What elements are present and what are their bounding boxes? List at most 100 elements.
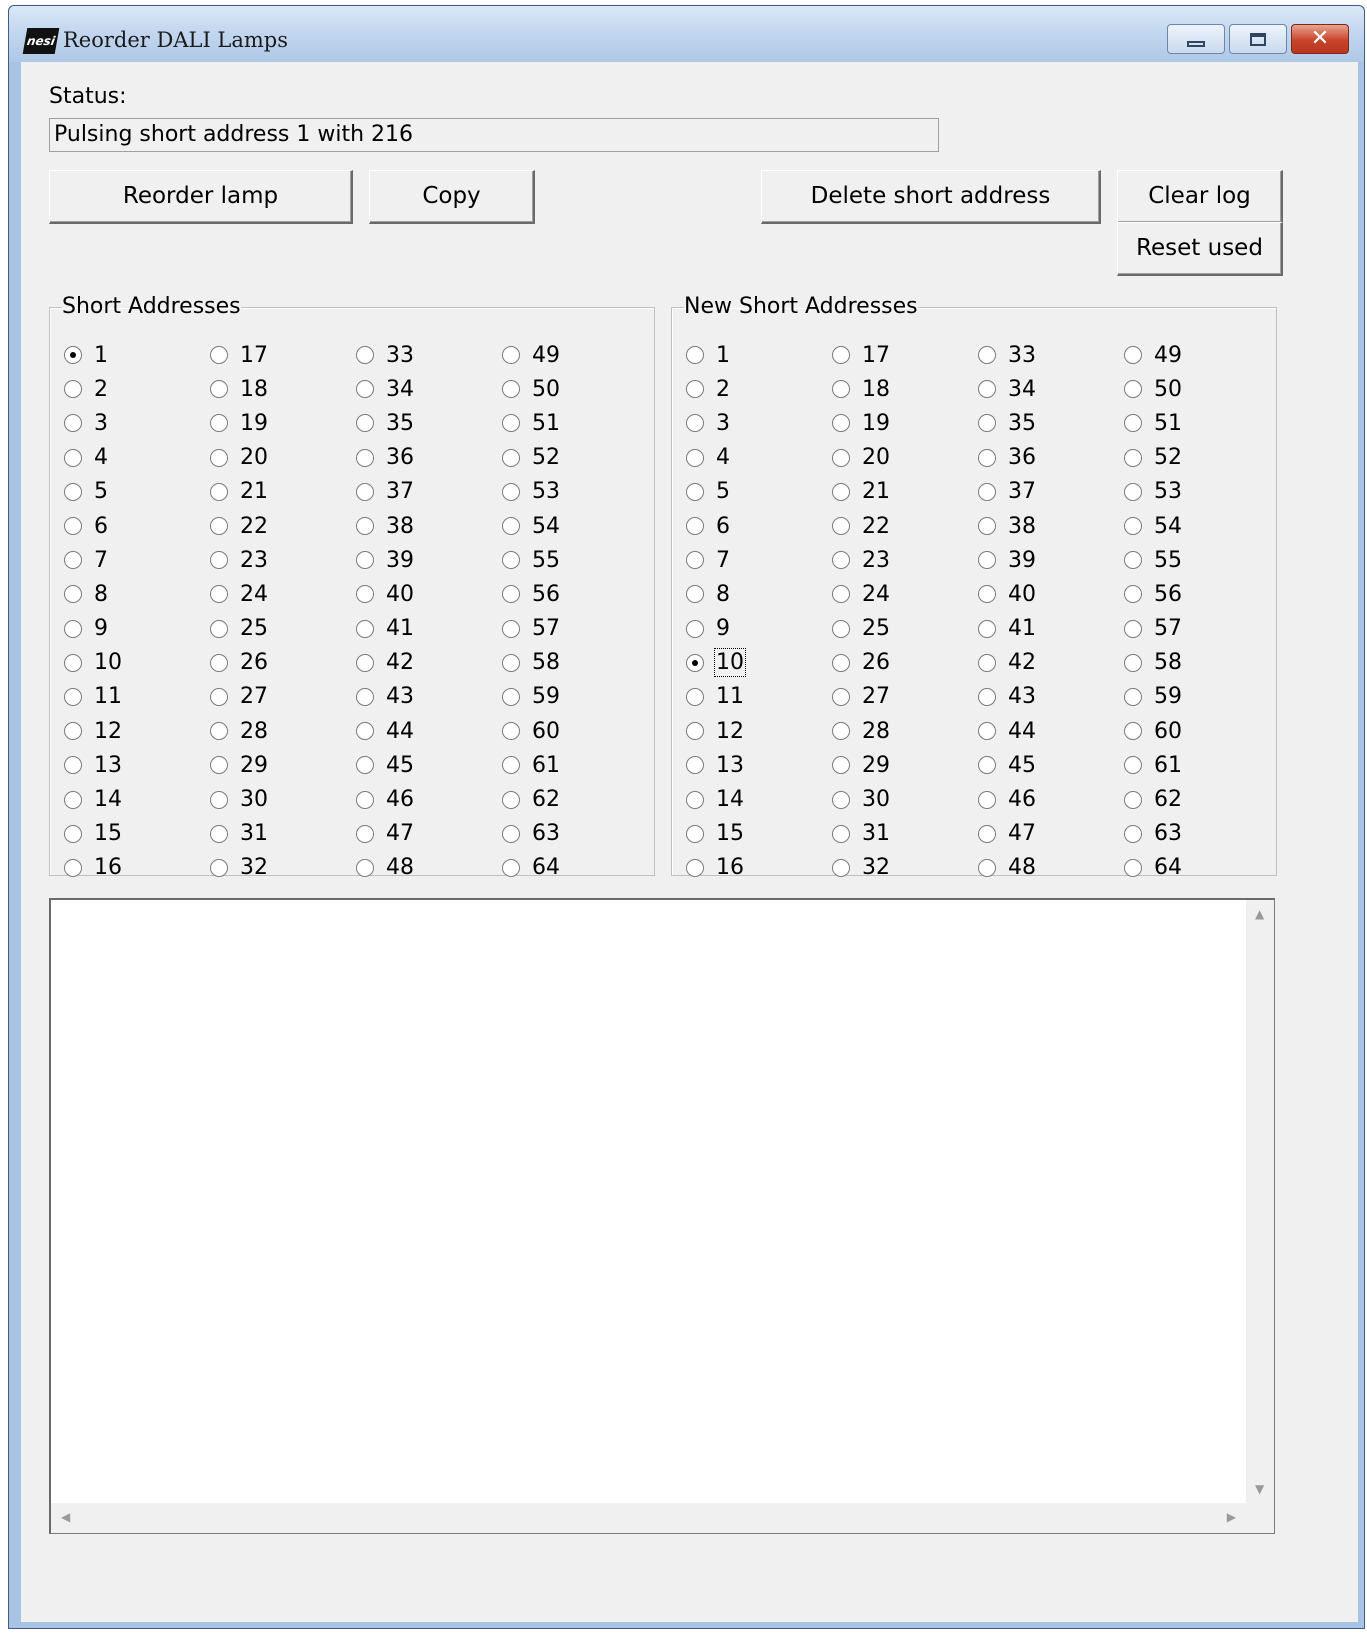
new-address-radio-12[interactable]: 12 (686, 714, 832, 748)
short-address-radio-9[interactable]: 9 (64, 612, 210, 646)
radio-circle-icon[interactable] (686, 346, 704, 365)
radio-circle-icon[interactable] (210, 824, 228, 843)
short-address-radio-3[interactable]: 3 (64, 406, 210, 440)
new-address-radio-10[interactable]: 10 (686, 646, 832, 680)
radio-circle-icon[interactable] (686, 824, 704, 843)
radio-circle-icon[interactable] (686, 858, 704, 877)
radio-circle-icon[interactable] (356, 687, 374, 706)
new-address-radio-21[interactable]: 21 (832, 475, 978, 509)
radio-circle-icon[interactable] (686, 482, 704, 501)
horizontal-scrollbar[interactable]: ◀ ▶ (51, 1503, 1246, 1533)
new-address-radio-49[interactable]: 49 (1124, 338, 1270, 372)
radio-circle-icon[interactable] (502, 414, 520, 433)
new-address-radio-18[interactable]: 18 (832, 372, 978, 406)
short-address-radio-43[interactable]: 43 (356, 680, 502, 714)
short-address-radio-12[interactable]: 12 (64, 714, 210, 748)
radio-circle-icon[interactable] (978, 619, 996, 638)
short-address-radio-36[interactable]: 36 (356, 441, 502, 475)
radio-circle-icon[interactable] (502, 687, 520, 706)
radio-circle-icon[interactable] (1124, 619, 1142, 638)
new-address-radio-19[interactable]: 19 (832, 406, 978, 440)
radio-circle-icon[interactable] (1124, 380, 1142, 399)
new-address-radio-24[interactable]: 24 (832, 577, 978, 611)
radio-circle-icon[interactable] (502, 517, 520, 536)
radio-circle-icon[interactable] (502, 619, 520, 638)
new-address-radio-28[interactable]: 28 (832, 714, 978, 748)
clear-log-button[interactable]: Clear log (1117, 170, 1283, 224)
short-address-radio-40[interactable]: 40 (356, 577, 502, 611)
radio-circle-icon[interactable] (502, 824, 520, 843)
radio-circle-icon[interactable] (1124, 653, 1142, 672)
radio-circle-icon[interactable] (1124, 824, 1142, 843)
radio-circle-icon[interactable] (686, 551, 704, 570)
new-address-radio-30[interactable]: 30 (832, 782, 978, 816)
new-address-radio-59[interactable]: 59 (1124, 680, 1270, 714)
radio-circle-icon[interactable] (502, 380, 520, 399)
short-address-radio-39[interactable]: 39 (356, 543, 502, 577)
new-address-radio-27[interactable]: 27 (832, 680, 978, 714)
radio-circle-icon[interactable] (210, 585, 228, 604)
radio-circle-icon[interactable] (356, 790, 374, 809)
radio-circle-icon[interactable] (210, 517, 228, 536)
short-address-radio-38[interactable]: 38 (356, 509, 502, 543)
radio-circle-icon[interactable] (210, 722, 228, 741)
radio-circle-icon[interactable] (832, 346, 850, 365)
radio-circle-icon[interactable] (210, 346, 228, 365)
radio-circle-icon[interactable] (1124, 585, 1142, 604)
radio-circle-icon[interactable] (978, 790, 996, 809)
new-address-radio-58[interactable]: 58 (1124, 646, 1270, 680)
radio-circle-icon[interactable] (1124, 448, 1142, 467)
radio-circle-icon[interactable] (502, 482, 520, 501)
radio-circle-icon[interactable] (832, 858, 850, 877)
new-address-radio-15[interactable]: 15 (686, 817, 832, 851)
new-address-radio-9[interactable]: 9 (686, 612, 832, 646)
new-address-radio-13[interactable]: 13 (686, 748, 832, 782)
short-address-radio-10[interactable]: 10 (64, 646, 210, 680)
new-address-radio-47[interactable]: 47 (978, 817, 1124, 851)
short-address-radio-2[interactable]: 2 (64, 372, 210, 406)
short-address-radio-1[interactable]: 1 (64, 338, 210, 372)
radio-circle-icon[interactable] (1124, 722, 1142, 741)
radio-circle-icon[interactable] (1124, 790, 1142, 809)
short-address-radio-60[interactable]: 60 (502, 714, 648, 748)
new-address-radio-29[interactable]: 29 (832, 748, 978, 782)
new-address-radio-64[interactable]: 64 (1124, 851, 1270, 885)
short-address-radio-11[interactable]: 11 (64, 680, 210, 714)
radio-circle-icon[interactable] (1124, 482, 1142, 501)
short-address-radio-57[interactable]: 57 (502, 612, 648, 646)
radio-circle-icon[interactable] (832, 722, 850, 741)
radio-circle-icon[interactable] (832, 551, 850, 570)
radio-circle-icon[interactable] (64, 585, 82, 604)
radio-circle-icon[interactable] (64, 756, 82, 775)
short-address-radio-52[interactable]: 52 (502, 441, 648, 475)
radio-circle-icon[interactable] (210, 790, 228, 809)
radio-circle-icon[interactable] (64, 517, 82, 536)
radio-circle-icon[interactable] (502, 858, 520, 877)
radio-circle-icon[interactable] (210, 482, 228, 501)
short-address-radio-4[interactable]: 4 (64, 441, 210, 475)
radio-circle-icon[interactable] (686, 687, 704, 706)
radio-circle-icon[interactable] (832, 414, 850, 433)
new-address-radio-3[interactable]: 3 (686, 406, 832, 440)
radio-circle-icon[interactable] (356, 824, 374, 843)
new-address-radio-4[interactable]: 4 (686, 441, 832, 475)
radio-circle-icon[interactable] (210, 756, 228, 775)
new-address-radio-23[interactable]: 23 (832, 543, 978, 577)
radio-circle-icon[interactable] (64, 687, 82, 706)
new-address-radio-43[interactable]: 43 (978, 680, 1124, 714)
new-address-radio-45[interactable]: 45 (978, 748, 1124, 782)
scroll-up-icon[interactable]: ▲ (1255, 908, 1264, 920)
radio-circle-icon[interactable] (210, 551, 228, 570)
copy-button[interactable]: Copy (369, 170, 535, 224)
radio-circle-icon[interactable] (686, 722, 704, 741)
short-address-radio-59[interactable]: 59 (502, 680, 648, 714)
radio-circle-icon[interactable] (832, 790, 850, 809)
short-address-radio-16[interactable]: 16 (64, 851, 210, 885)
radio-circle-icon[interactable] (978, 653, 996, 672)
radio-circle-icon[interactable] (64, 380, 82, 399)
new-address-radio-17[interactable]: 17 (832, 338, 978, 372)
radio-circle-icon[interactable] (64, 551, 82, 570)
radio-circle-icon[interactable] (356, 517, 374, 536)
new-address-radio-60[interactable]: 60 (1124, 714, 1270, 748)
new-address-radio-8[interactable]: 8 (686, 577, 832, 611)
